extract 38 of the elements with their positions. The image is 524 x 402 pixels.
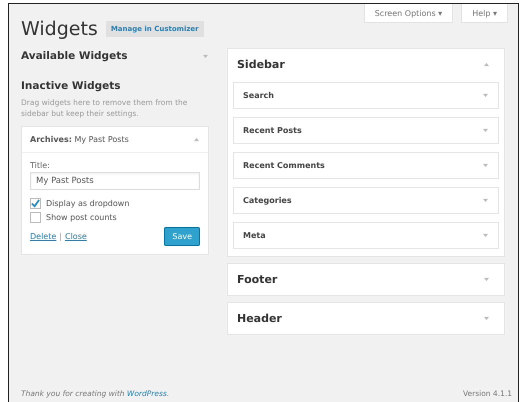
widget-name: Categories — [243, 196, 292, 205]
title-field[interactable]: My Past Posts — [30, 172, 200, 190]
checkbox[interactable] — [30, 212, 41, 223]
help-tab[interactable]: Help ▾ — [461, 4, 508, 23]
area-title[interactable]: Sidebar — [237, 58, 285, 71]
widget-name: Meta — [243, 231, 266, 240]
caret-icon[interactable] — [202, 54, 209, 58]
checkbox[interactable] — [30, 198, 41, 209]
caret-icon[interactable] — [482, 128, 489, 133]
widget-item[interactable]: Recent Comments — [233, 152, 499, 179]
widget-title[interactable]: Archives: My Past Posts — [30, 134, 129, 144]
delete-link[interactable]: Delete — [30, 232, 56, 241]
separator: | — [59, 232, 62, 241]
widget-item[interactable]: Search — [233, 82, 499, 109]
caret-icon[interactable] — [483, 277, 490, 282]
widget-item[interactable]: Categories — [233, 187, 499, 214]
close-link[interactable]: Close — [65, 232, 87, 241]
caret-icon[interactable] — [483, 62, 490, 67]
checkbox-label: Show post counts — [46, 212, 117, 222]
widget-item[interactable]: Meta — [233, 222, 499, 249]
widget-name: Recent Posts — [243, 126, 302, 135]
widget-item[interactable]: Recent Posts — [233, 117, 499, 144]
screen-options-tab[interactable]: Screen Options ▾ — [364, 4, 454, 23]
field-label: Title: — [30, 160, 51, 170]
caret-icon[interactable] — [482, 198, 489, 203]
area-title[interactable]: Footer — [237, 273, 278, 286]
caret-icon[interactable] — [482, 93, 489, 98]
caret-icon[interactable] — [482, 233, 489, 238]
page-title: Widgets — [21, 18, 98, 40]
caret-icon[interactable] — [193, 136, 200, 142]
area-title[interactable]: Header — [237, 312, 282, 325]
section-title: Inactive Widgets — [21, 80, 122, 92]
caret-icon[interactable] — [483, 316, 490, 321]
section-title: Available Widgets — [21, 50, 128, 62]
widget-name: Recent Comments — [243, 161, 325, 170]
caret-icon[interactable] — [482, 163, 489, 168]
widget-name: Search — [243, 91, 274, 100]
checkbox-label: Display as dropdown — [46, 198, 130, 208]
